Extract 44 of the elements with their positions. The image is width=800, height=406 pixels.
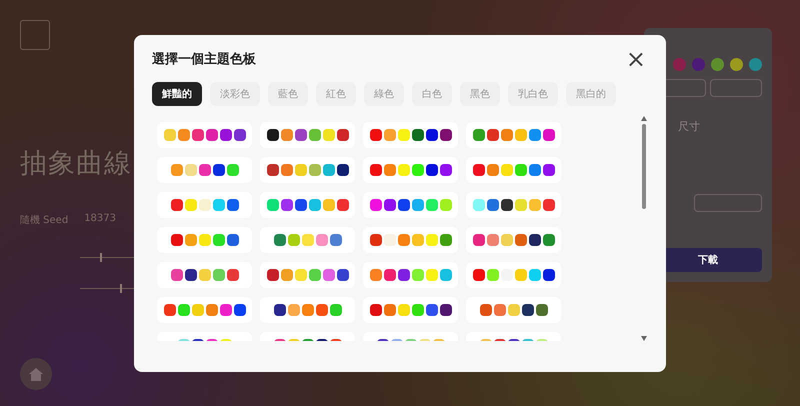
palette-option[interactable] [363,192,458,218]
category-tab[interactable]: 綠色 [364,82,404,106]
color-swatch[interactable] [673,58,686,71]
category-tab[interactable]: 鮮豔的 [152,82,202,106]
color-swatch[interactable] [711,58,724,71]
category-tab[interactable]: 淡彩色 [210,82,260,106]
color-swatch[interactable] [730,58,743,71]
palette-option[interactable] [260,122,355,148]
palette-option[interactable] [157,157,252,183]
palette-option[interactable] [363,297,458,323]
palette-option[interactable] [260,297,355,323]
dialog-title: 選擇一個主題色板 [152,50,256,68]
page-title: 抽象曲線 [20,147,132,181]
category-tab[interactable]: 藍色 [268,82,308,106]
seed-value: 18373 [84,213,116,226]
category-tab[interactable]: 黑色 [460,82,500,106]
palette-option[interactable] [466,297,561,323]
scroll-down-icon[interactable] [641,336,647,341]
palette-option[interactable] [363,157,458,183]
home-button[interactable] [20,358,52,390]
palette-option[interactable] [466,227,561,253]
seed-label: 隨機 Seed [20,214,68,227]
palette-option[interactable] [157,262,252,288]
home-icon [29,368,43,380]
palette-option[interactable] [466,262,561,288]
scrollbar-thumb[interactable] [642,124,646,209]
category-tab[interactable]: 白色 [412,82,452,106]
size-label: 尺寸 [678,120,700,133]
palette-option[interactable] [260,157,355,183]
palette-option[interactable] [466,192,561,218]
scroll-up-icon[interactable] [641,116,647,121]
palette-option[interactable] [260,192,355,218]
category-tab[interactable]: 紅色 [316,82,356,106]
close-button[interactable]: × [624,49,648,69]
category-tab[interactable]: 黑白的 [566,82,616,106]
logo-icon [20,20,50,50]
color-swatch[interactable] [692,58,705,71]
palette-option[interactable] [363,262,458,288]
palette-option[interactable] [157,122,252,148]
palette-option[interactable] [157,297,252,323]
category-tab[interactable]: 乳白色 [508,82,558,106]
palette-option[interactable] [260,262,355,288]
palette-option[interactable] [363,122,458,148]
color-swatch[interactable] [749,58,762,71]
